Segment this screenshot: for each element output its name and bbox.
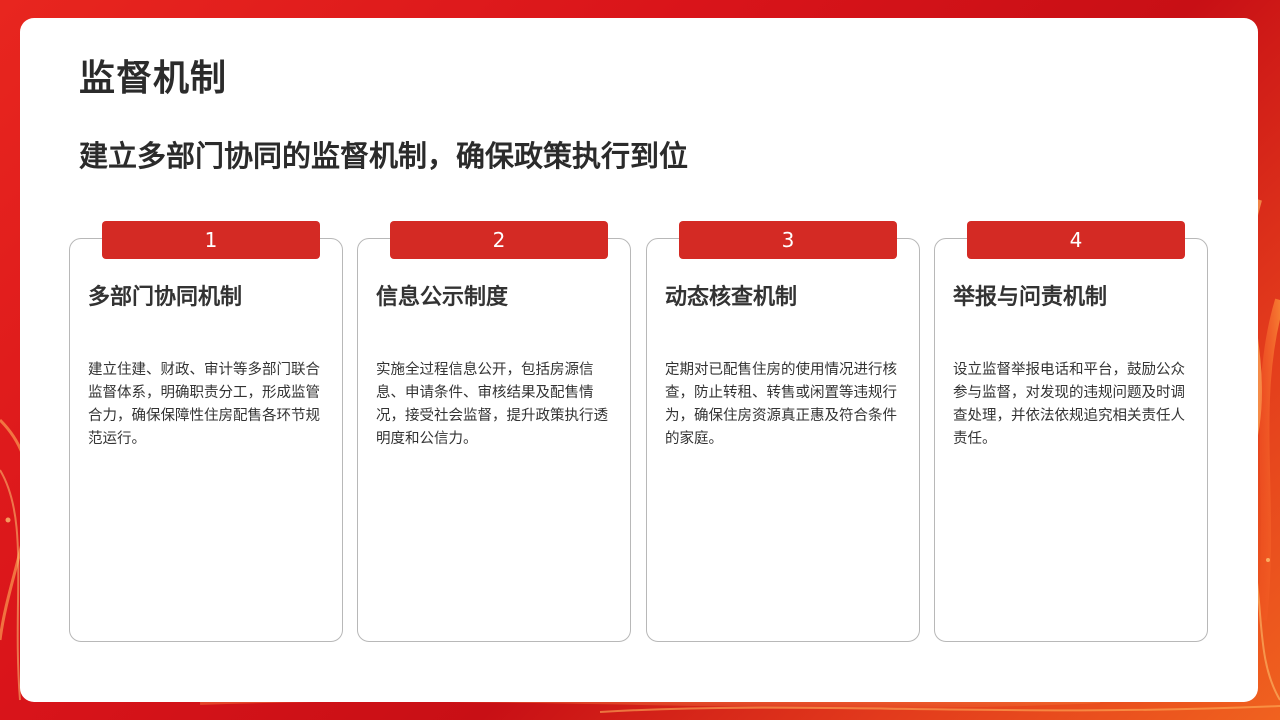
card-number-badge: 1 xyxy=(102,221,320,259)
card-3: 3 动态核查机制 定期对已配售住房的使用情况进行核查，防止转租、转售或闲置等违规… xyxy=(646,221,920,642)
card-text: 设立监督举报电话和平台，鼓励公众参与监督，对发现的违规问题及时调查处理，并依法依… xyxy=(953,362,1185,447)
card-2: 2 信息公示制度 实施全过程信息公开，包括房源信息、申请条件、审核结果及配售情况… xyxy=(357,221,631,642)
card-title: 动态核查机制 xyxy=(665,285,798,310)
card-number-badge: 2 xyxy=(390,221,608,259)
card-text: 实施全过程信息公开，包括房源信息、申请条件、审核结果及配售情况，接受社会监督，提… xyxy=(376,362,608,447)
page-title: 监督机制 xyxy=(79,58,228,99)
card-number-badge: 3 xyxy=(679,221,897,259)
page-subtitle: 建立多部门协同的监督机制，确保政策执行到位 xyxy=(79,139,689,173)
card-title: 信息公示制度 xyxy=(376,285,509,310)
card-number-badge: 4 xyxy=(967,221,1185,259)
card-text: 定期对已配售住房的使用情况进行核查，防止转租、转售或闲置等违规行为，确保住房资源… xyxy=(665,362,897,447)
card-text: 建立住建、财政、审计等多部门联合监督体系，明确职责分工，形成监管合力，确保保障性… xyxy=(88,362,320,447)
card-1: 1 多部门协同机制 建立住建、财政、审计等多部门联合监督体系，明确职责分工，形成… xyxy=(69,221,343,642)
card-title: 举报与问责机制 xyxy=(953,285,1108,310)
card-4: 4 举报与问责机制 设立监督举报电话和平台，鼓励公众参与监督，对发现的违规问题及… xyxy=(934,221,1208,642)
card-title: 多部门协同机制 xyxy=(88,285,243,310)
